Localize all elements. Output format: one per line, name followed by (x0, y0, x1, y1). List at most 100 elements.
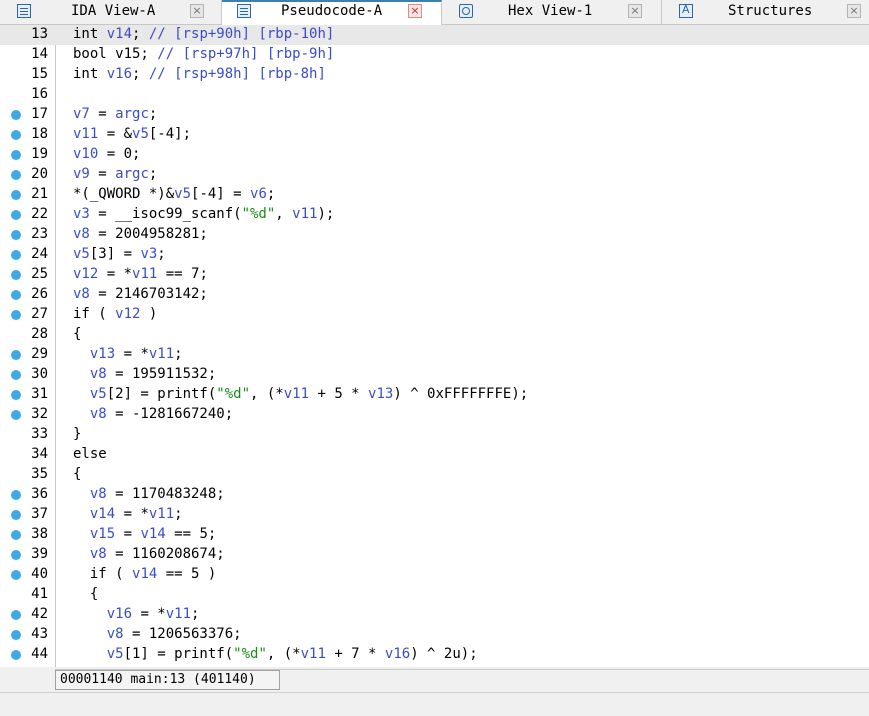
variable-token: argc (115, 106, 149, 122)
code-token: = * (98, 266, 133, 282)
code-line[interactable]: 30 v8 = 195911532; (0, 365, 869, 385)
lines-icon (17, 4, 31, 18)
code-line[interactable]: 43 v8 = 1206563376; (0, 625, 869, 645)
code-text[interactable]: v8 = 1206563376; (73, 626, 242, 642)
code-line[interactable]: 32 v8 = -1281667240; (0, 405, 869, 425)
pseudocode-editor[interactable]: 13 int v14; // [rsp+90h] [rbp-10h] 14 bool … (0, 25, 869, 667)
code-line[interactable]: 24 v5[3] = v3; (0, 245, 869, 265)
code-text[interactable]: v9 = argc; (73, 166, 157, 182)
code-line[interactable]: 19 v10 = 0; (0, 145, 869, 165)
code-text[interactable]: v8 = 1160208674; (73, 546, 225, 562)
code-text[interactable]: v12 = *v11 == 7; (73, 266, 208, 282)
code-text[interactable]: v16 = *v11; (73, 606, 200, 622)
code-text[interactable]: } (73, 426, 81, 442)
code-text[interactable]: v5[1] = printf("%d", (*v11 + 7 * v16) ^ … (73, 646, 478, 662)
code-line[interactable]: 40 if ( v14 == 5 ) (0, 565, 869, 585)
code-line[interactable]: 33} (0, 425, 869, 445)
code-token: ); (317, 206, 335, 222)
code-text[interactable]: v8 = 2004958281; (73, 226, 208, 242)
code-line[interactable]: 13 int v14; // [rsp+90h] [rbp-10h] (0, 25, 869, 45)
code-line[interactable]: 39 v8 = 1160208674; (0, 545, 869, 565)
line-number: 18 (31, 126, 48, 142)
code-text[interactable]: v8 = -1281667240; (73, 406, 233, 422)
line-number: 29 (31, 346, 48, 362)
code-token: } (73, 426, 82, 442)
code-text[interactable]: int v14; // [rsp+90h] [rbp-10h] (73, 26, 334, 42)
variable-token: v8 (73, 286, 90, 302)
code-text[interactable]: v3 = __isoc99_scanf("%d", v11); (73, 206, 334, 222)
code-line[interactable]: 26 v8 = 2146703142; (0, 285, 869, 305)
code-line[interactable]: 27 if ( v12 ) (0, 305, 869, 325)
code-text[interactable]: v14 = *v11; (73, 506, 183, 522)
code-line[interactable]: 23 v8 = 2004958281; (0, 225, 869, 245)
code-text[interactable]: { (73, 586, 98, 602)
code-line[interactable]: 37 v14 = *v11; (0, 505, 869, 525)
variable-token: v5 (89, 386, 107, 402)
tab-ida-view-a[interactable]: IDA View-A × (0, 0, 222, 24)
close-icon[interactable]: × (847, 4, 861, 18)
code-text[interactable]: v8 = 195911532; (73, 366, 216, 382)
code-text[interactable]: v8 = 2146703142; (73, 286, 208, 302)
code-text[interactable]: *(_QWORD *)&v5[-4] = v6; (73, 186, 275, 202)
code-line[interactable]: 25 v12 = *v11 == 7; (0, 265, 869, 285)
code-line[interactable]: 28 { (0, 325, 869, 345)
code-token: = (115, 526, 141, 542)
code-text[interactable]: v7 = argc; (73, 106, 157, 122)
variable-token: v8 (106, 626, 124, 642)
code-line[interactable]: 29 v13 = *v11; (0, 345, 869, 365)
line-number: 37 (31, 506, 48, 522)
tab-pseudocode-a[interactable]: Pseudocode-A × (222, 0, 442, 25)
line-number: 30 (31, 366, 48, 382)
code-text[interactable]: v13 = *v11; (73, 346, 183, 362)
code-line[interactable]: 42 v16 = *v11; (0, 605, 869, 625)
code-text[interactable]: v5[3] = v3; (73, 246, 166, 262)
code-text[interactable]: bool v15; // [rsp+97h] [rbp-9h] (73, 46, 334, 62)
code-token: ; (174, 506, 183, 522)
tab-structures[interactable]: Structures × (662, 0, 869, 24)
code-text[interactable]: v8 = 1170483248; (73, 486, 225, 502)
code-line[interactable]: 31 v5[2] = printf("%d", (*v11 + 5 * v13)… (0, 385, 869, 405)
line-number: 35 (31, 466, 48, 482)
code-line[interactable]: 14 bool v15; // [rsp+97h] [rbp-9h] (0, 45, 869, 65)
variable-token: v11 (148, 346, 175, 362)
code-line[interactable]: 16 (0, 85, 869, 105)
code-line[interactable]: 38 v15 = v14 == 5; (0, 525, 869, 545)
code-text[interactable]: { (73, 466, 81, 482)
code-text[interactable]: if ( v14 == 5 ) (73, 566, 216, 582)
code-text[interactable]: v15 = v14 == 5; (73, 526, 216, 542)
close-icon[interactable]: × (628, 4, 642, 18)
code-text[interactable]: else (73, 446, 107, 462)
variable-token: v14 (106, 26, 133, 42)
code-line[interactable]: 36 v8 = 1170483248; (0, 485, 869, 505)
code-text[interactable]: v5[2] = printf("%d", (*v11 + 5 * v13) ^ … (73, 386, 528, 402)
tab-hex-view-1[interactable]: Hex View-1 × (442, 0, 662, 24)
line-number: 25 (31, 266, 48, 282)
code-text[interactable]: v11 = &v5[-4]; (73, 126, 191, 142)
variable-token: v11 (300, 646, 326, 662)
code-text[interactable]: { (73, 326, 81, 342)
code-line[interactable]: 17 v7 = argc; (0, 105, 869, 125)
code-line[interactable]: 20 v9 = argc; (0, 165, 869, 185)
variable-token: v14 (89, 506, 116, 522)
line-number: 21 (31, 186, 48, 202)
code-line[interactable]: 21 *(_QWORD *)&v5[-4] = v6; (0, 185, 869, 205)
variable-token: v13 (89, 346, 116, 362)
code-text[interactable]: int v16; // [rsp+98h] [rbp-8h] (73, 66, 326, 82)
code-token: = (89, 106, 116, 122)
code-line[interactable]: 41 { (0, 585, 869, 605)
close-icon[interactable]: × (408, 4, 422, 18)
code-line[interactable]: 15 int v16; // [rsp+98h] [rbp-8h] (0, 65, 869, 85)
code-line[interactable]: 34 else (0, 445, 869, 465)
code-token: *(_QWORD *)& (73, 186, 175, 202)
variable-token: v9 (73, 166, 90, 182)
code-text[interactable]: if ( v12 ) (73, 306, 157, 322)
code-line[interactable]: 18 v11 = &v5[-4]; (0, 125, 869, 145)
code-line[interactable]: 35 { (0, 465, 869, 485)
variable-token: v5 (106, 646, 124, 662)
code-text[interactable]: v10 = 0; (73, 146, 140, 162)
code-line[interactable]: 44 v5[1] = printf("%d", (*v11 + 7 * v16)… (0, 645, 869, 665)
code-line[interactable]: 22 v3 = __isoc99_scanf("%d", v11); (0, 205, 869, 225)
close-icon[interactable]: × (190, 4, 204, 18)
